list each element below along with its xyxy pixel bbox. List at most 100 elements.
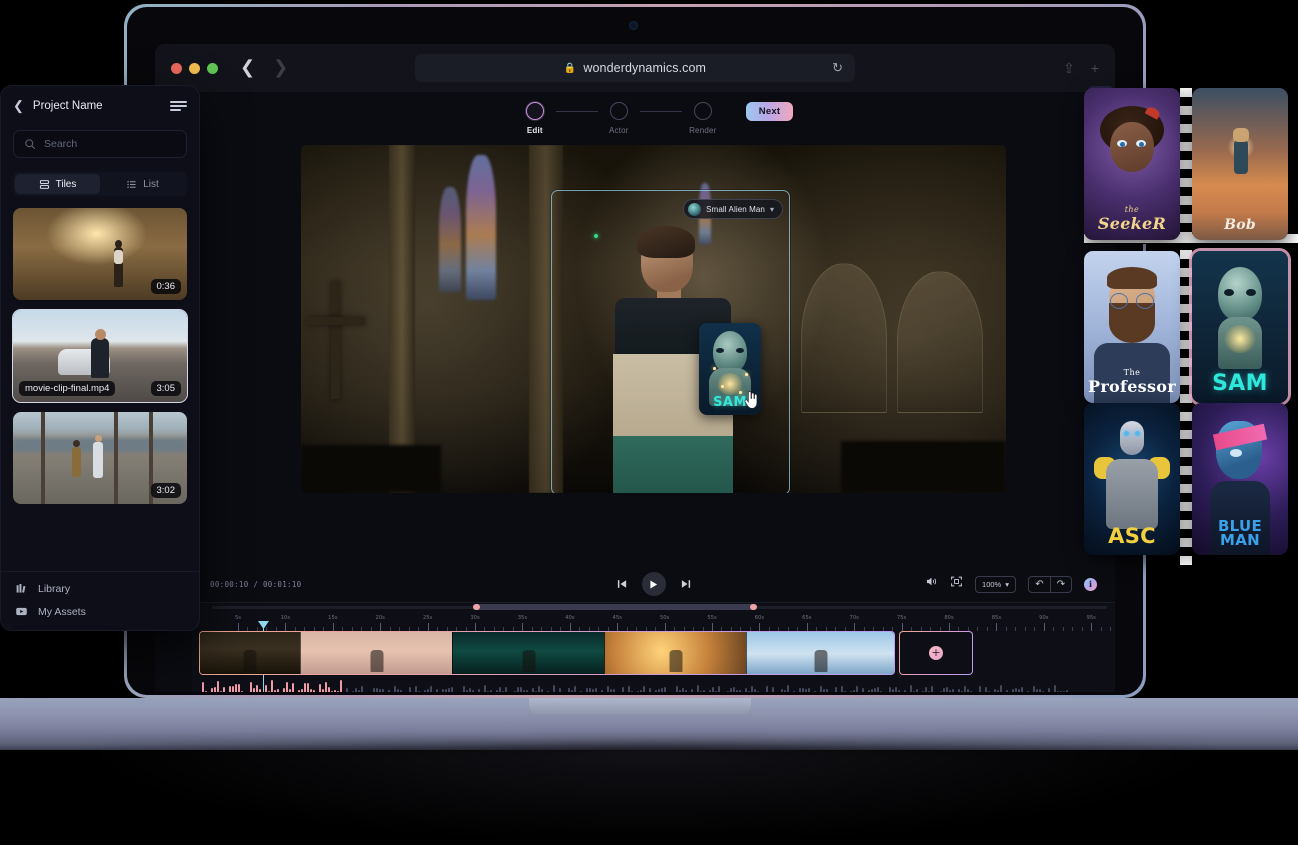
character-card-the-seeker[interactable]: the SeekeR [1084,88,1180,240]
ruler-tick-label: 60s [755,615,764,621]
minimize-window-button[interactable] [189,63,200,74]
fit-to-screen-button[interactable] [950,575,963,593]
undo-redo-group[interactable]: ↶ ↷ [1028,576,1072,593]
waveform-bar [757,691,759,692]
share-icon[interactable]: ⇪ [1063,60,1075,77]
character-card-bob[interactable]: Bob [1192,88,1288,240]
asset-tile-desert[interactable]: 0:36 [13,208,187,300]
scrollbar-handle-left[interactable] [473,604,480,610]
view-mode-tiles-label: Tiles [56,179,77,190]
video-viewport[interactable]: Small Alien Man ▾ [301,145,1006,493]
waveform-bar [337,691,339,693]
skip-next-button[interactable] [680,578,692,590]
forward-icon[interactable]: ❯ [273,59,288,77]
search-placeholder: Search [44,138,77,150]
waveform-bar [946,687,948,692]
clip-strip[interactable] [199,631,895,675]
skip-previous-button[interactable] [616,578,628,590]
pillar-left [389,145,415,493]
waveform-bar [601,690,603,692]
address-bar[interactable]: 🔒 wonderdynamics.com ↻ [415,54,855,82]
timeline-scrollbar[interactable] [192,603,1115,612]
fit-to-screen-icon [950,575,963,588]
character-card-asc[interactable]: ASC [1084,403,1180,555]
waveform-bar [229,686,231,692]
ruler-tick-major [285,623,286,631]
view-mode-toggle[interactable]: Tiles List [13,172,187,196]
clip-closeup[interactable] [300,632,452,674]
laptop-base-notch [529,698,751,714]
waveform-bar [376,688,378,692]
waveform-bar [829,692,831,693]
next-button[interactable]: Next [746,102,793,121]
play-button[interactable] [642,572,666,596]
clip-sunset[interactable] [604,632,746,674]
add-clip-button[interactable]: + [899,631,973,675]
view-mode-list[interactable]: List [100,174,185,194]
browser-actions[interactable]: ⇪ + [1063,60,1099,77]
waveform-bar [943,688,945,692]
waveform-bar [709,690,711,692]
footer-item-my-assets[interactable]: My Assets [15,605,185,618]
waveform-bar [499,687,501,692]
volume-button[interactable] [925,575,938,593]
asset-tile-road[interactable]: movie-clip-final.mp4 3:05 [13,310,187,402]
waveform-bar [739,690,741,692]
window-traffic-lights[interactable] [171,63,218,74]
character-card-blue-man[interactable]: BLUE MAN [1192,403,1288,555]
actor-selector-pill[interactable]: Small Alien Man ▾ [683,199,783,219]
skip-previous-icon [616,578,628,590]
hamburger-menu-icon[interactable] [170,101,187,111]
reload-icon[interactable]: ↻ [832,60,843,76]
close-window-button[interactable] [171,63,182,74]
maximize-window-button[interactable] [207,63,218,74]
cross-vertical [331,281,340,399]
redo-button[interactable]: ↷ [1050,577,1071,592]
waveform-bar [781,689,783,692]
scrollbar-handle-right[interactable] [750,604,757,610]
footer-item-library[interactable]: Library [15,582,185,595]
info-button[interactable]: i [1084,578,1097,591]
step-actor-label: Actor [609,126,629,135]
waveform-bar [1015,688,1017,692]
step-edit[interactable]: Edit [514,102,556,135]
step-render[interactable]: Render [682,102,724,135]
waveform-bar [478,689,480,692]
waveform-bar [469,688,471,692]
clip-church[interactable] [200,632,300,674]
browser-window: ❮ ❯ 🔒 wonderdynamics.com ↻ ⇪ + [155,44,1115,692]
arch-1 [801,263,887,413]
zoom-level-value: 100% [982,580,1001,589]
waveform-bar [277,689,279,692]
stained-glass-window [466,155,496,300]
scrollbar-thumb[interactable] [475,604,756,610]
waveform-bar [400,690,402,692]
clip-neon[interactable] [452,632,604,674]
back-icon[interactable]: ❮ [240,59,255,77]
undo-button[interactable]: ↶ [1029,577,1050,592]
waveform-bar [1012,689,1014,692]
ruler-tick-major [570,623,571,631]
viewport-area: Small Alien Man ▾ [192,145,1115,566]
zoom-level-select[interactable]: 100% ▾ [975,576,1016,593]
waveform-bar [916,689,918,692]
laptop-shadow [90,745,1210,840]
waveform-bar [340,680,342,692]
character-card-sam[interactable]: SAM [1192,251,1288,403]
ruler-tick-major [1091,623,1092,631]
card-subtitle: The [1084,369,1180,377]
panel-back-button[interactable]: ❮ [13,98,24,114]
timeline-ruler[interactable]: 5s10s15s20s25s30s35s40s45s50s55s60s65s70… [214,612,1115,631]
pews [301,445,441,493]
search-input[interactable]: Search [13,130,187,158]
new-tab-icon[interactable]: + [1091,60,1099,76]
view-mode-tiles[interactable]: Tiles [15,174,100,194]
step-actor[interactable]: Actor [598,102,640,135]
character-card-the-professor[interactable]: The Professor [1084,251,1180,403]
waveform-bar [325,682,327,692]
clip-sky[interactable] [746,632,894,674]
ruler-tick-major [333,623,334,631]
browser-navigation[interactable]: ❮ ❯ [240,59,288,77]
ruler-tick-major [380,623,381,631]
asset-tile-alley[interactable]: 3:02 [13,412,187,504]
